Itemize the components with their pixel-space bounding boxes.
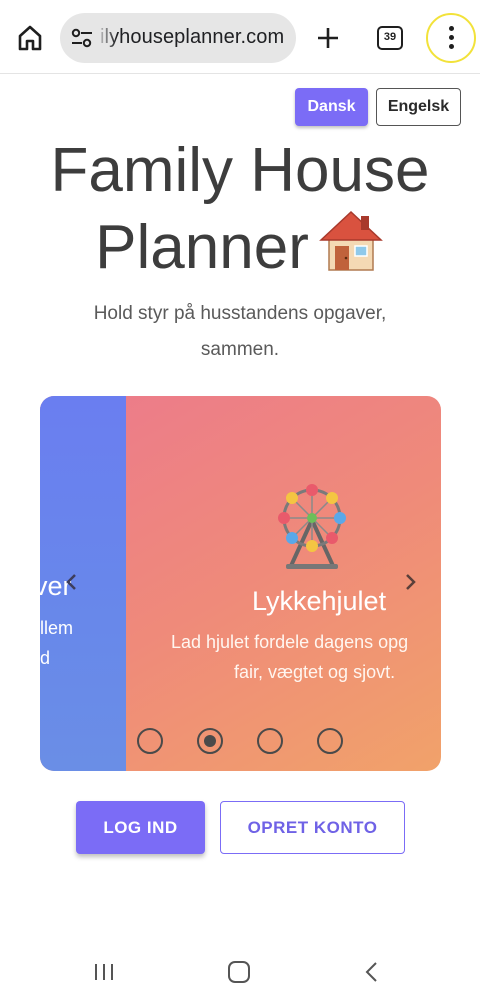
carousel-indicator[interactable] [137, 728, 163, 754]
home-icon[interactable] [14, 22, 46, 54]
system-nav-bar [0, 946, 480, 1003]
carousel-prev-icon[interactable] [64, 572, 80, 592]
browser-toolbar: ilyhouseplanner.com 39 [0, 0, 480, 74]
menu-dot [449, 44, 454, 49]
current-slide-description: Lad hjulet fordele dagens opg [171, 632, 409, 652]
tabs-icon[interactable]: 39 [377, 26, 403, 50]
plus-icon[interactable] [312, 22, 344, 54]
ferris-wheel-icon [276, 482, 348, 572]
previous-slide-text: llem [40, 618, 74, 638]
language-button-danish[interactable]: Dansk [295, 88, 368, 126]
site-settings-icon[interactable] [70, 27, 94, 49]
feature-carousel[interactable]: ver llem d Lykkehjulet Lad hjulet fordel… [40, 396, 441, 771]
signup-button[interactable]: OPRET KONTO [220, 801, 405, 854]
recents-icon[interactable] [92, 962, 116, 982]
menu-dot [449, 26, 454, 31]
url-text[interactable]: ilyhouseplanner.com [100, 26, 290, 49]
language-button-english[interactable]: Engelsk [376, 88, 461, 126]
current-slide-description: fair, vægtet og sjovt. [234, 662, 396, 682]
page-title: Family House Planner [20, 136, 460, 289]
carousel-slide-current: Lykkehjulet Lad hjulet fordele dagens op… [126, 396, 441, 771]
system-home-icon[interactable] [228, 961, 250, 983]
login-button[interactable]: LOG IND [76, 801, 205, 854]
url-fade [96, 13, 116, 63]
carousel-indicator-active[interactable] [197, 728, 223, 754]
current-slide-title: Lykkehjulet [252, 586, 387, 616]
carousel-next-icon[interactable] [402, 572, 418, 592]
back-icon[interactable] [364, 961, 380, 983]
carousel-slide-previous: ver llem d [40, 396, 126, 771]
page-subtitle: Hold styr på husstandens opgaver, sammen… [93, 303, 387, 360]
house-icon [317, 206, 385, 289]
previous-slide-text: d [40, 648, 51, 668]
carousel-indicator[interactable] [257, 728, 283, 754]
carousel-indicator[interactable] [317, 728, 343, 754]
more-vert-icon[interactable] [426, 13, 476, 63]
menu-dot [449, 35, 454, 40]
address-bar[interactable]: ilyhouseplanner.com [60, 13, 296, 63]
